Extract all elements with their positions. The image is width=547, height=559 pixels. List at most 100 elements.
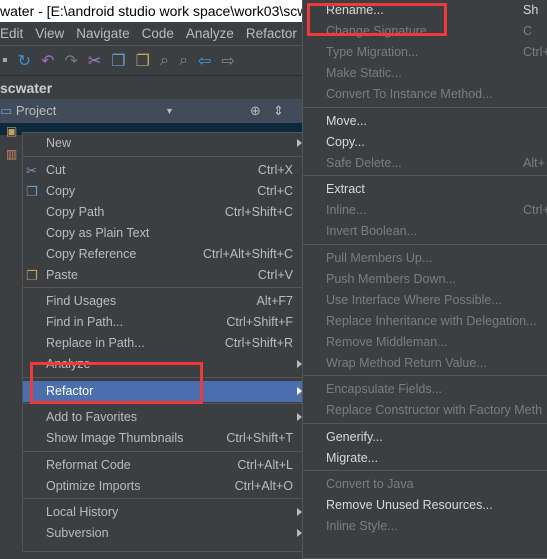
back-icon[interactable]: ⇦ bbox=[198, 51, 211, 71]
menu-refactor[interactable]: Refactor bbox=[246, 22, 297, 45]
refactor-item-use-interface-where-possible[interactable]: Use Interface Where Possible... bbox=[303, 290, 547, 311]
menu-item-label: Make Static... bbox=[326, 66, 402, 80]
project-icon: ▭ bbox=[0, 103, 16, 118]
menu-item-label: Copy bbox=[46, 183, 76, 198]
menu-item-label: Inline... bbox=[326, 203, 367, 217]
refactor-item-invert-boolean[interactable]: Invert Boolean... bbox=[303, 221, 547, 242]
menu-item-label: Subversion bbox=[46, 526, 109, 540]
menu-item-label: Safe Delete... bbox=[326, 155, 402, 170]
refactor-item-copy[interactable]: Copy... bbox=[303, 132, 547, 153]
refactor-item-convert-to-java[interactable]: Convert to Java bbox=[303, 474, 547, 495]
menu-item-copy[interactable]: ❐ Copy Ctrl+C bbox=[23, 181, 302, 202]
breadcrumb[interactable]: scwater bbox=[0, 75, 302, 99]
copy-icon[interactable]: ❐ bbox=[111, 51, 125, 71]
menu-analyze[interactable]: Analyze bbox=[186, 22, 234, 45]
menu-item-copy-as-plain-text[interactable]: Copy as Plain Text bbox=[23, 223, 302, 244]
refactor-item-pull-members-up[interactable]: Pull Members Up... bbox=[303, 248, 547, 269]
menu-item-label: Find in Path... bbox=[46, 315, 124, 329]
menu-item-label: Copy... bbox=[326, 134, 365, 149]
forward-icon[interactable]: ⇨ bbox=[221, 51, 234, 71]
menu-item-label: Encapsulate Fields... bbox=[326, 382, 443, 396]
refactor-item-make-static[interactable]: Make Static... bbox=[303, 63, 547, 84]
dropdown-icon[interactable]: ▼ bbox=[165, 99, 174, 123]
refactor-item-safe-delete[interactable]: Safe Delete... Alt+ bbox=[303, 153, 547, 174]
menu-item-label: Remove Middleman... bbox=[326, 334, 448, 349]
menu-item-subversion[interactable]: Subversion bbox=[23, 523, 302, 544]
menu-item-cut[interactable]: ✂ Cut Ctrl+X bbox=[23, 160, 302, 181]
menu-item-label: Reformat Code bbox=[46, 457, 131, 472]
target-icon[interactable]: ⊕ bbox=[250, 99, 261, 123]
refactor-item-convert-to-instance-method[interactable]: Convert To Instance Method... bbox=[303, 84, 547, 105]
annotation-box-rename bbox=[307, 3, 447, 36]
replace-icon[interactable]: ⌕ bbox=[179, 52, 188, 70]
menu-edit[interactable]: Edit bbox=[0, 22, 23, 45]
menu-item-label: Inline Style... bbox=[326, 519, 398, 533]
refactor-item-push-members-down[interactable]: Push Members Down... bbox=[303, 269, 547, 290]
undo-icon[interactable]: ↶ bbox=[41, 51, 54, 71]
menu-item-label: Remove Unused Resources... bbox=[326, 498, 493, 512]
menu-item-label: Cut bbox=[46, 162, 66, 177]
refactor-item-inline[interactable]: Inline... Ctrl+ bbox=[303, 200, 547, 221]
folder-icon: ▣ bbox=[6, 124, 18, 138]
refactor-item-wrap-method-return-value[interactable]: Wrap Method Return Value... bbox=[303, 353, 547, 374]
menu-item-shortcut: Alt+ bbox=[523, 155, 545, 170]
menu-item-label: Generify... bbox=[326, 429, 383, 444]
menu-item-show-image-thumbnails[interactable]: Show Image Thumbnails Ctrl+Shift+T bbox=[23, 428, 302, 449]
menu-item-shortcut: Ctrl+Sh bbox=[523, 45, 547, 59]
save-icon[interactable]: ▪ bbox=[2, 52, 8, 70]
paste-icon[interactable]: ❐ bbox=[136, 51, 150, 71]
menu-navigate[interactable]: Navigate bbox=[76, 22, 129, 45]
project-view-selector[interactable]: Project bbox=[16, 103, 56, 118]
refactor-item-generify[interactable]: Generify... bbox=[303, 427, 547, 448]
menu-item-label: Wrap Method Return Value... bbox=[326, 355, 487, 370]
menu-item-label: Migrate... bbox=[326, 450, 379, 465]
menu-item-find-in-path[interactable]: Find in Path... Ctrl+Shift+F bbox=[23, 312, 302, 333]
refactor-item-replace-inheritance-with-delegation[interactable]: Replace Inheritance with Delegation... bbox=[303, 311, 547, 332]
cut-icon[interactable]: ✂ bbox=[88, 51, 101, 71]
menu-item-replace-in-path[interactable]: Replace in Path... Ctrl+Shift+R bbox=[23, 333, 302, 354]
menu-item-label: Push Members Down... bbox=[326, 271, 456, 286]
menu-code[interactable]: Code bbox=[142, 22, 174, 45]
find-icon[interactable]: ⌕ bbox=[160, 52, 169, 70]
menu-item-label: New bbox=[46, 136, 72, 150]
collapse-icon[interactable]: ⇕ bbox=[273, 99, 284, 123]
menu-item-shortcut: Alt+F7 bbox=[256, 294, 293, 308]
menu-item-label: Pull Members Up... bbox=[326, 250, 433, 265]
menu-item-shortcut: Ctrl+V bbox=[257, 267, 293, 282]
menu-item-copy-path[interactable]: Copy Path Ctrl+Shift+C bbox=[23, 202, 302, 223]
menu-item-add-to-favorites[interactable]: Add to Favorites bbox=[23, 407, 302, 428]
refactor-item-encapsulate-fields[interactable]: Encapsulate Fields... bbox=[303, 379, 547, 400]
refactor-item-inline-style[interactable]: Inline Style... bbox=[303, 516, 547, 537]
refactor-item-replace-constructor-with-factory-meth[interactable]: Replace Constructor with Factory Meth bbox=[303, 400, 547, 421]
menu-item-paste[interactable]: ❐ Paste Ctrl+V bbox=[23, 265, 302, 286]
refactor-item-remove-unused-resources[interactable]: Remove Unused Resources... bbox=[303, 495, 547, 516]
menu-item-shortcut: Ctrl+Shift+C bbox=[224, 204, 293, 219]
redo-icon[interactable]: ↷ bbox=[64, 51, 77, 71]
refactor-item-migrate[interactable]: Migrate... bbox=[303, 448, 547, 469]
menu-item-label: Replace Inheritance with Delegation... bbox=[326, 313, 537, 328]
menu-item-label: Optimize Imports bbox=[46, 478, 141, 493]
menu-item-local-history[interactable]: Local History bbox=[23, 502, 302, 523]
menu-item-new[interactable]: New bbox=[23, 133, 302, 154]
menu-item-label: Convert to Java bbox=[326, 477, 414, 491]
context-menu: New ✂ Cut Ctrl+X ❐ Copy Ctrl+C Copy Path Ctrl+Sh… bbox=[22, 132, 303, 552]
project-panel-header: ▭ Project ▼ ⊕ ⇕ bbox=[0, 99, 302, 123]
scissors-icon: ✂ bbox=[26, 162, 37, 178]
refactor-item-extract[interactable]: Extract bbox=[303, 179, 547, 200]
menu-item-copy-reference[interactable]: Copy Reference Ctrl+Alt+Shift+C bbox=[23, 244, 302, 265]
menu-item-label: Invert Boolean... bbox=[326, 224, 418, 238]
menu-item-shortcut: Ctrl+X bbox=[257, 162, 293, 177]
copy-icon: ❐ bbox=[26, 183, 38, 199]
menu-item-label: Copy Reference bbox=[46, 246, 137, 261]
window-title: water - [E:\android studio work space\wo… bbox=[0, 0, 302, 22]
menu-item-reformat-code[interactable]: Reformat Code Ctrl+Alt+L bbox=[23, 455, 302, 476]
refactor-item-move[interactable]: Move... bbox=[303, 111, 547, 132]
refactor-item-remove-middleman[interactable]: Remove Middleman... bbox=[303, 332, 547, 353]
menu-item-shortcut: Ctrl+ bbox=[523, 203, 547, 217]
menu-item-label: Extract bbox=[326, 182, 365, 196]
refactor-item-type-migration[interactable]: Type Migration... Ctrl+Sh bbox=[303, 42, 547, 63]
sync-icon[interactable]: ↻ bbox=[18, 51, 31, 71]
menu-item-optimize-imports[interactable]: Optimize Imports Ctrl+Alt+O bbox=[23, 476, 302, 497]
menu-item-find-usages[interactable]: Find Usages Alt+F7 bbox=[23, 291, 302, 312]
menu-view[interactable]: View bbox=[35, 22, 64, 45]
